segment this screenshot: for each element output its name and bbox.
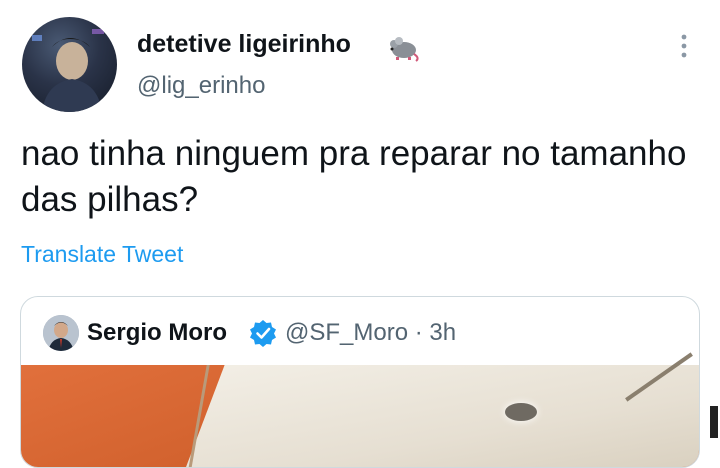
quoted-author-name[interactable]: Sergio Moro — [87, 319, 227, 347]
author-display-name[interactable]: detetive ligeirinho — [137, 30, 351, 59]
quoted-tweet-image[interactable] — [21, 352, 699, 467]
more-vertical-icon[interactable] — [676, 32, 692, 60]
tweet-text: nao tinha ninguem pra reparar no tamanho… — [21, 134, 687, 219]
image-ceiling-light — [505, 403, 537, 421]
verified-badge-icon — [250, 320, 276, 347]
translate-tweet-link[interactable]: Translate Tweet — [21, 241, 183, 268]
quoted-tweet-card[interactable]: Sergio Moro @SF_Moro · 3h — [20, 296, 700, 468]
quoted-author-avatar[interactable] — [43, 315, 79, 351]
quoted-handle-time: @SF_Moro · 3h — [285, 319, 457, 346]
author-avatar[interactable] — [22, 17, 117, 112]
quoted-avatar-photo — [43, 315, 79, 351]
avatar-photo — [32, 29, 104, 112]
author-handle[interactable]: @lig_erinho — [137, 72, 265, 100]
edge-marker — [710, 406, 718, 438]
rat-icon — [390, 37, 419, 62]
image-wall — [183, 365, 699, 467]
